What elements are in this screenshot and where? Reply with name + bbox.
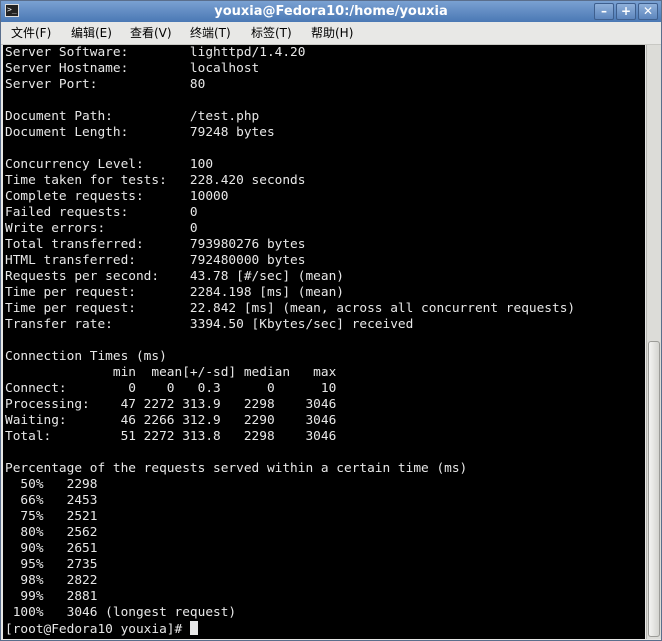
terminal-line: HTML transferred: 792480000 bytes xyxy=(5,253,306,268)
terminal-output-lines: Server Software: lighttpd/1.4.20 Server … xyxy=(5,45,575,620)
close-button[interactable]: ✕ xyxy=(638,3,658,20)
terminal-line: Document Length: 79248 bytes xyxy=(5,125,275,140)
terminal-line: Connection Times (ms) xyxy=(5,349,167,364)
terminal-line: 50% 2298 xyxy=(20,477,98,492)
terminal-text: Server Software: lighttpd/1.4.20 Server … xyxy=(5,45,575,638)
terminal-line: Waiting: 46 2266 312.9 2290 3046 xyxy=(5,413,337,428)
terminal-line: Connect: 0 0 0.3 0 10 xyxy=(5,381,337,396)
terminal-line: Write errors: 0 xyxy=(5,221,198,236)
window-title: youxia@Fedora10:/home/youxia xyxy=(214,4,448,19)
terminal-line: Document Path: /test.php xyxy=(5,109,260,124)
shell-prompt: [root@Fedora10 youxia]# xyxy=(5,622,190,637)
terminal-line: Time taken for tests: 228.420 seconds xyxy=(5,173,306,188)
terminal-line: Concurrency Level: 100 xyxy=(5,157,214,172)
terminal-line: Total: 51 2272 313.8 2298 3046 xyxy=(5,429,337,444)
menu-view[interactable]: 查看(V) xyxy=(130,25,172,41)
terminal-line: 75% 2521 xyxy=(20,509,98,524)
menu-help[interactable]: 帮助(H) xyxy=(311,25,353,41)
menu-bar: 文件(F) 编辑(E) 查看(V) 终端(T) 标签(T) 帮助(H) xyxy=(1,22,661,45)
terminal-line: Total transferred: 793980276 bytes xyxy=(5,237,306,252)
terminal-line: 100% 3046 (longest request) xyxy=(12,605,237,620)
terminal-line: Server Software: lighttpd/1.4.20 xyxy=(5,45,306,60)
menu-file[interactable]: 文件(F) xyxy=(11,25,51,41)
menu-edit[interactable]: 编辑(E) xyxy=(71,25,112,41)
terminal-line: 99% 2881 xyxy=(20,589,98,604)
menu-tabs[interactable]: 标签(T) xyxy=(251,25,292,41)
terminal-line: 98% 2822 xyxy=(20,573,98,588)
terminal-line: Time per request: 22.842 [ms] (mean, acr… xyxy=(5,301,576,316)
terminal-line: Server Hostname: localhost xyxy=(5,61,260,76)
terminal-line: min mean[+/-sd] median max xyxy=(112,365,337,380)
terminal-line: Transfer rate: 3394.50 [Kbytes/sec] rece… xyxy=(5,317,414,332)
terminal-line: Requests per second: 43.78 [#/sec] (mean… xyxy=(5,269,344,284)
title-bar[interactable]: >_ youxia@Fedora10:/home/youxia – + ✕ xyxy=(1,1,661,22)
terminal-line: Time per request: 2284.198 [ms] (mean) xyxy=(5,285,344,300)
terminal-line: 95% 2735 xyxy=(20,557,98,572)
terminal-output-area[interactable]: Server Software: lighttpd/1.4.20 Server … xyxy=(3,45,645,639)
terminal-line: 66% 2453 xyxy=(20,493,98,508)
menu-terminal[interactable]: 终端(T) xyxy=(190,25,231,41)
terminal-line: Processing: 47 2272 313.9 2298 3046 xyxy=(5,397,337,412)
scrollbar-thumb[interactable] xyxy=(648,341,660,637)
terminal-line: 90% 2651 xyxy=(20,541,98,556)
vertical-scrollbar[interactable] xyxy=(646,45,661,639)
terminal-line: Failed requests: 0 xyxy=(5,205,198,220)
terminal-line: Server Port: 80 xyxy=(5,77,206,92)
terminal-line: Percentage of the requests served within… xyxy=(5,461,468,476)
minimize-button[interactable]: – xyxy=(594,3,614,20)
text-cursor xyxy=(189,621,198,635)
terminal-line: 80% 2562 xyxy=(20,525,98,540)
maximize-button[interactable]: + xyxy=(616,3,636,20)
terminal-line: Complete requests: 10000 xyxy=(5,189,229,204)
terminal-window: >_ youxia@Fedora10:/home/youxia – + ✕ 文件… xyxy=(0,0,662,641)
